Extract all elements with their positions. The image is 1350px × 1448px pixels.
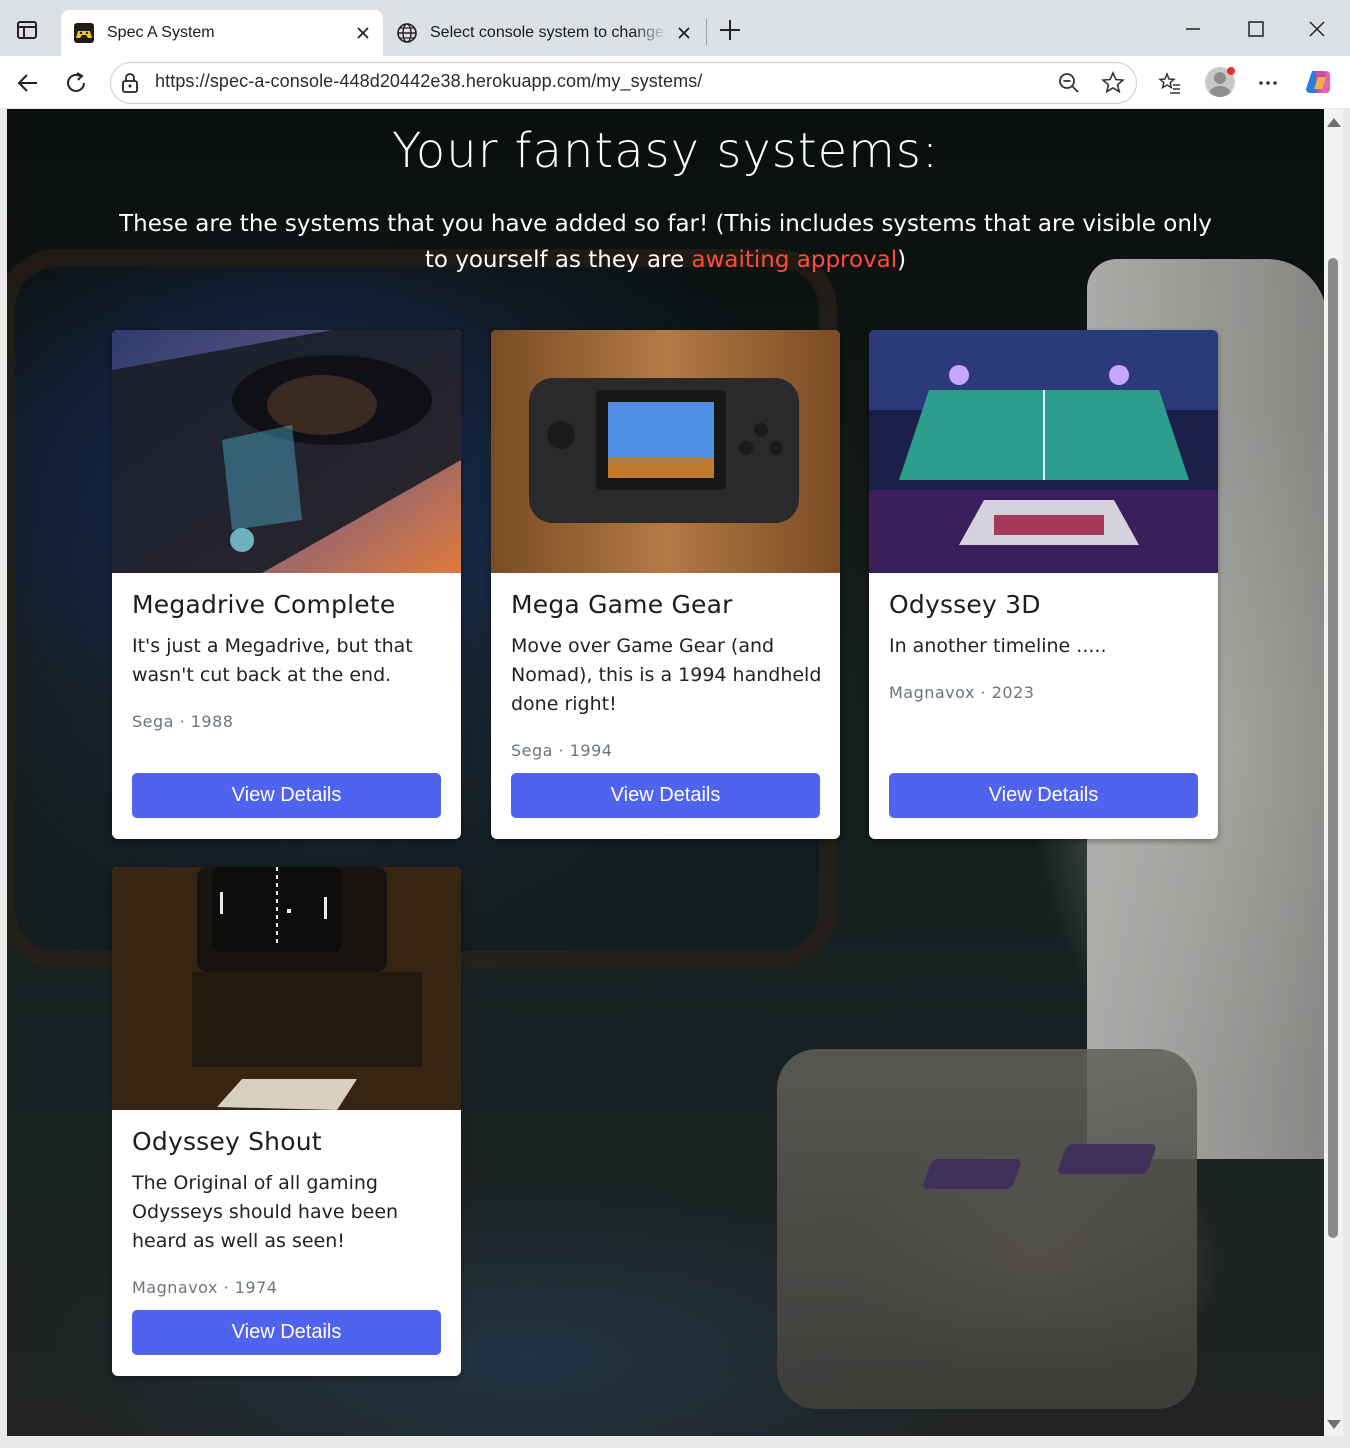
tab-title: Select console system to change xyxy=(430,24,664,41)
tab-select-console[interactable]: Select console system to change xyxy=(384,10,704,56)
tab-spec-a-system[interactable]: Spec A System xyxy=(61,10,383,56)
intro-text: These are the systems that you have adde… xyxy=(119,211,1212,273)
copilot-icon[interactable] xyxy=(1304,67,1334,97)
awaiting-approval-text: awaiting approval xyxy=(691,247,898,273)
megadrive-image xyxy=(112,330,461,573)
close-window-icon[interactable] xyxy=(1304,16,1330,42)
system-description: In another timeline ..... xyxy=(889,635,1107,657)
system-meta: Sega · 1988 xyxy=(132,712,234,731)
page-intro: These are the systems that you have adde… xyxy=(107,206,1224,278)
system-description: The Original of all gaming Odysseys shou… xyxy=(132,1172,399,1252)
gamepad-favicon-icon xyxy=(73,22,95,44)
refresh-icon[interactable] xyxy=(63,70,89,96)
site-info-lock-icon[interactable] xyxy=(120,72,140,94)
scrollbar-thumb[interactable] xyxy=(1328,258,1338,1238)
system-name: Odyssey Shout xyxy=(132,1127,322,1156)
system-card: Odyssey 3D In another timeline ..... Mag… xyxy=(869,330,1218,839)
system-meta: Magnavox · 2023 xyxy=(889,683,1035,702)
new-tab-icon[interactable] xyxy=(717,17,743,43)
system-card: Odyssey Shout The Original of all gaming… xyxy=(112,867,461,1376)
scroll-down-arrow-icon[interactable] xyxy=(1327,1420,1341,1429)
globe-icon xyxy=(396,22,418,44)
minimize-icon[interactable] xyxy=(1180,16,1206,42)
view-details-button[interactable]: View Details xyxy=(511,773,820,818)
odyssey-shout-image xyxy=(112,867,461,1110)
intro-text-end: ) xyxy=(897,247,907,273)
system-meta: Magnavox · 1974 xyxy=(132,1278,278,1297)
back-arrow-icon[interactable] xyxy=(15,70,41,96)
system-description: It's just a Megadrive, but that wasn't c… xyxy=(132,635,413,686)
url-text[interactable]: https://spec-a-console-448d20442e38.hero… xyxy=(155,71,702,92)
favorite-star-icon[interactable] xyxy=(1100,70,1126,96)
page-viewport: Your fantasy systems: These are the syst… xyxy=(7,109,1324,1436)
system-name: Megadrive Complete xyxy=(132,590,396,619)
notification-dot xyxy=(1227,67,1235,75)
tab-divider xyxy=(706,19,707,45)
close-tab-icon[interactable] xyxy=(355,25,371,41)
system-card: Mega Game Gear Move over Game Gear (and … xyxy=(491,330,840,839)
view-details-button[interactable]: View Details xyxy=(132,1310,441,1355)
maximize-icon[interactable] xyxy=(1243,16,1269,42)
favorites-list-icon[interactable] xyxy=(1157,70,1183,96)
zoom-out-icon[interactable] xyxy=(1056,70,1082,96)
game-gear-image xyxy=(491,330,840,573)
view-details-button[interactable]: View Details xyxy=(889,773,1198,818)
view-details-button[interactable]: View Details xyxy=(132,773,441,818)
more-options-icon[interactable] xyxy=(1255,70,1281,96)
odyssey-3d-image xyxy=(869,330,1218,573)
scroll-up-arrow-icon[interactable] xyxy=(1327,118,1341,127)
page-title: Your fantasy systems: xyxy=(391,123,940,179)
system-meta: Sega · 1994 xyxy=(511,741,613,760)
system-card: Megadrive Complete It's just a Megadrive… xyxy=(112,330,461,839)
tab-title: Spec A System xyxy=(107,24,215,41)
system-name: Odyssey 3D xyxy=(889,590,1041,619)
close-tab-icon[interactable] xyxy=(676,25,692,41)
system-description: Move over Game Gear (and Nomad), this is… xyxy=(511,635,822,715)
system-name: Mega Game Gear xyxy=(511,590,733,619)
sidebar-toggle-icon[interactable] xyxy=(16,19,38,41)
